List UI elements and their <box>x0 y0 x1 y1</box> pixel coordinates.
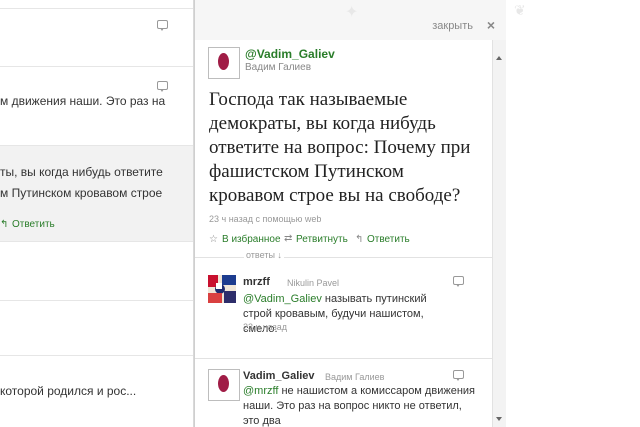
reply-author-fullname: Вадим Галиев <box>325 372 385 382</box>
mention-link[interactable]: @Vadim_Galiev <box>243 293 322 305</box>
reply-button[interactable]: Ответить <box>367 234 410 245</box>
retweet-icon[interactable]: ⇄ <box>284 233 292 244</box>
bird-decoration-icon: ✦ <box>345 4 359 21</box>
tweet-text-line: м Путинском кровавом строе <box>0 186 163 200</box>
reply-bubble-icon[interactable] <box>157 20 168 31</box>
reply-bubble-icon[interactable] <box>453 370 464 381</box>
mention-link[interactable]: @mrzff <box>243 385 278 397</box>
tweet-meta: 23 ч назад с помощью web <box>209 214 322 224</box>
reply-time[interactable]: 23 ч назад <box>243 322 287 332</box>
close-link[interactable]: закрыть <box>432 20 473 32</box>
avatar[interactable] <box>208 369 240 401</box>
scrollbar[interactable] <box>492 40 506 427</box>
tweet-detail-pane: ✦ закрыть × @Vadim_Galiev Вадим Галиев Г… <box>194 0 507 427</box>
avatar-image <box>208 275 236 303</box>
reply-text: @mrzff не нашистом а комиссаром движения… <box>243 384 475 427</box>
author-username[interactable]: @Vadim_Galiev <box>245 47 335 61</box>
tweet-body: Господа так называемые демократы, вы ког… <box>209 89 471 206</box>
reply-author-fullname: Nikulin Pavel <box>287 278 340 288</box>
detail-header: ✦ закрыть × <box>195 0 506 40</box>
egg-avatar-icon <box>218 375 229 392</box>
tweet-text-line: которой родился и рос... <box>0 384 137 398</box>
page-background: ❦ <box>506 0 640 427</box>
reply-body: не нашистом а комиссаром движения наши. … <box>243 385 475 427</box>
tweet-text-line: м движения наши. Это раз на <box>0 94 166 108</box>
reply-icon[interactable]: ↰ <box>0 219 8 230</box>
reply-icon[interactable]: ↰ <box>355 234 363 245</box>
reply-bubble-icon[interactable] <box>453 276 464 287</box>
close-icon[interactable]: × <box>487 17 495 33</box>
replies-toggle[interactable]: ответы ↓ <box>244 250 284 260</box>
timeline-row[interactable] <box>0 241 193 242</box>
divider <box>195 257 492 258</box>
divider <box>195 358 492 359</box>
timeline-row[interactable] <box>0 66 193 67</box>
star-icon[interactable]: ☆ <box>209 234 218 245</box>
avatar[interactable] <box>208 47 240 79</box>
scroll-up-icon[interactable] <box>496 56 502 60</box>
reply-author-username[interactable]: mrzff <box>243 276 270 288</box>
tweet-text-line: ты, вы когда нибудь ответите <box>0 165 163 179</box>
retweet-button[interactable]: Ретвитнуть <box>296 234 348 245</box>
favorite-button[interactable]: В избранное <box>222 234 281 245</box>
egg-avatar-icon <box>218 53 229 70</box>
bird-decoration-icon: ❦ <box>514 2 526 18</box>
reply-bubble-icon[interactable] <box>157 81 168 92</box>
reply-link[interactable]: Ответить <box>12 219 55 230</box>
author-fullname: Вадим Галиев <box>245 62 312 73</box>
timeline-row[interactable] <box>0 300 193 301</box>
reply-author-username[interactable]: Vadim_Galiev <box>243 370 315 382</box>
timeline-row[interactable] <box>0 8 193 9</box>
avatar[interactable] <box>208 275 236 303</box>
timeline-pane: м движения наши. Это раз на ты, вы когда… <box>0 0 194 427</box>
timeline-row[interactable] <box>0 355 193 356</box>
scroll-down-icon[interactable] <box>496 417 502 421</box>
